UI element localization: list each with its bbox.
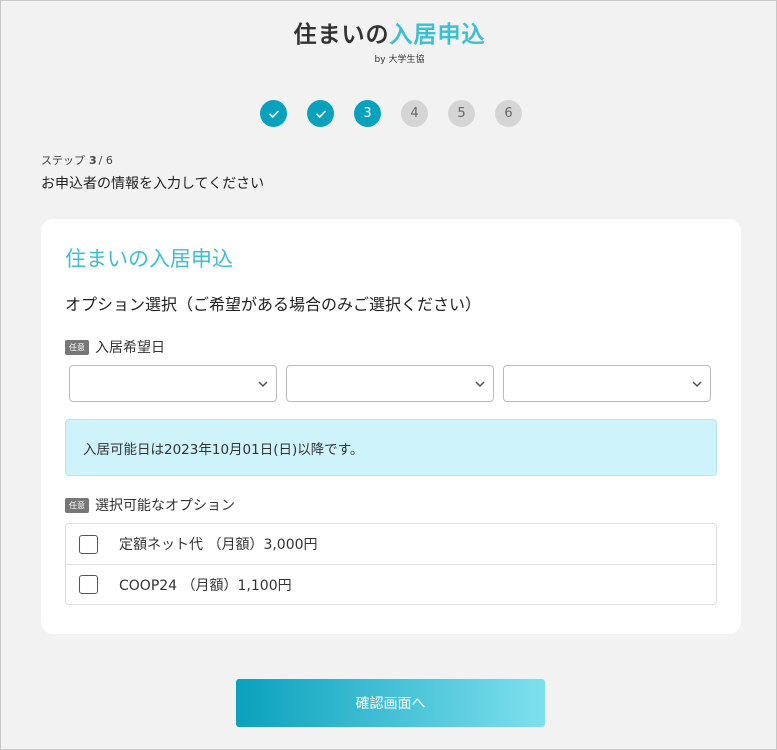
- option-internet[interactable]: 定額ネット代 （月額）3,000円: [66, 524, 716, 564]
- step-3-current: 3: [354, 100, 381, 127]
- options-label: 任意 選択可能なオプション: [65, 495, 235, 515]
- chevron-down-icon: [258, 381, 268, 388]
- logo-title: 住まいの入居申込: [1, 19, 777, 51]
- option-label: COOP24 （月額）1,100円: [119, 577, 292, 594]
- check-icon: [315, 110, 326, 118]
- app-header: 住まいの入居申込 by 大学生協: [1, 19, 777, 65]
- step-counter-prefix: ステップ: [41, 154, 85, 167]
- card-title: 住まいの入居申込: [65, 247, 233, 271]
- optional-badge: 任意: [65, 339, 89, 355]
- option-label: 定額ネット代 （月額）3,000円: [119, 537, 318, 553]
- options-list: 定額ネット代 （月額）3,000円 COOP24 （月額）1,100円: [65, 523, 717, 605]
- move-in-date-label: 任意 入居希望日: [65, 337, 165, 357]
- step-counter-current: 3: [89, 154, 97, 167]
- confirm-button[interactable]: 確認画面へ: [236, 679, 545, 727]
- application-card: 住まいの入居申込 オプション選択（ご希望がある場合のみご選択ください） 任意 入…: [41, 219, 741, 634]
- step-description: お申込者の情報を入力してください: [41, 176, 265, 192]
- check-icon: [268, 110, 279, 118]
- step-counter: ステップ 3/ 6: [41, 152, 113, 168]
- availability-info-box: 入居可能日は2023年10月01日(日)以降です。: [65, 419, 717, 476]
- step-4: 4: [401, 100, 428, 127]
- month-select[interactable]: [286, 365, 494, 402]
- move-in-date-label-text: 入居希望日: [95, 340, 165, 356]
- options-label-text: 選択可能なオプション: [95, 498, 235, 514]
- option-coop24[interactable]: COOP24 （月額）1,100円: [66, 564, 716, 604]
- step-indicator: 3 4 5 6: [260, 100, 522, 127]
- option-checkbox[interactable]: [79, 575, 98, 594]
- step-5: 5: [448, 100, 475, 127]
- step-2-complete: [307, 100, 334, 127]
- step-1-complete: [260, 100, 287, 127]
- day-select[interactable]: [503, 365, 711, 402]
- logo-title-part2: 入居申込: [389, 22, 486, 48]
- step-counter-total: / 6: [98, 154, 113, 167]
- option-checkbox[interactable]: [79, 534, 98, 554]
- chevron-down-icon: [475, 381, 485, 388]
- section-title: オプション選択（ご希望がある場合のみご選択ください）: [65, 295, 482, 314]
- logo-subtitle: by 大学生協: [374, 55, 425, 65]
- year-select[interactable]: [69, 365, 277, 402]
- availability-info-text: 入居可能日は2023年10月01日(日)以降です。: [83, 441, 364, 458]
- logo-title-part1: 住まいの: [293, 22, 390, 48]
- chevron-down-icon: [692, 381, 702, 388]
- move-in-date-selects: [69, 365, 711, 402]
- optional-badge: 任意: [65, 497, 89, 513]
- step-6: 6: [495, 100, 522, 127]
